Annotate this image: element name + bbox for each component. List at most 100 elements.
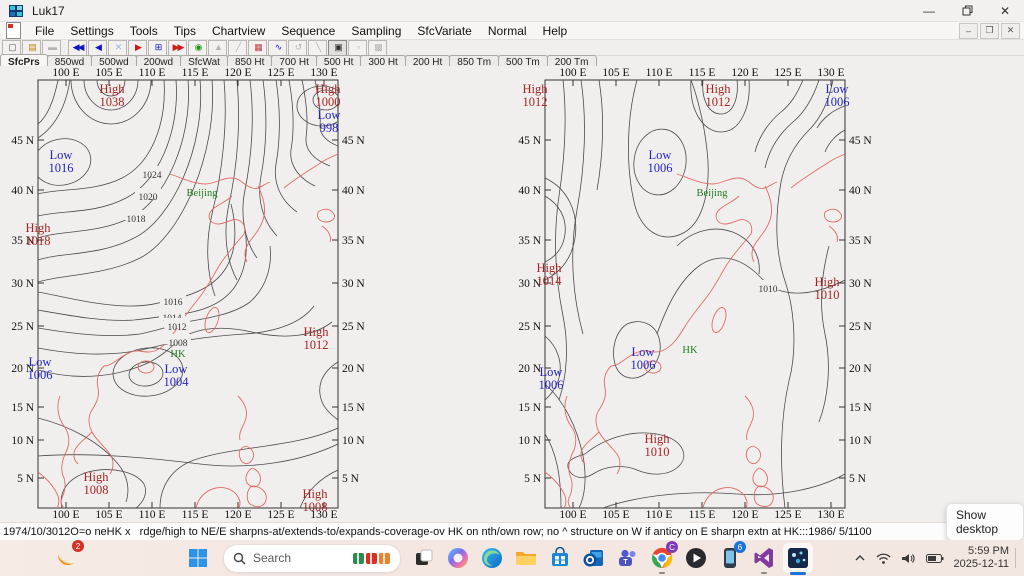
svg-text:125 E: 125 E <box>267 67 294 79</box>
teams-icon[interactable]: T <box>613 543 643 573</box>
surface-pressure-map-right[interactable]: 100 E100 E105 E105 E110 E110 E115 E115 E… <box>507 66 885 522</box>
wifi-icon[interactable] <box>876 552 891 565</box>
show-desktop-tooltip: Show desktop <box>946 503 1024 541</box>
minimize-button[interactable]: — <box>910 0 948 21</box>
notification-badge: 2 <box>72 540 84 552</box>
search-placeholder: Search <box>253 551 353 565</box>
svg-text:110 E: 110 E <box>139 509 166 521</box>
low-label: Low1006 <box>631 345 656 372</box>
show-desktop-button[interactable] <box>1015 548 1016 568</box>
high-label: High1000 <box>316 82 342 109</box>
speaker-icon[interactable] <box>901 552 916 565</box>
window-button[interactable]: ▣ <box>328 40 347 56</box>
chrome-badge: C <box>666 541 678 553</box>
frame-button[interactable]: ⊞ <box>148 40 167 56</box>
notification-app-icon[interactable]: 2 <box>52 544 82 572</box>
document-icon[interactable] <box>6 22 21 39</box>
running-indicator <box>761 572 767 574</box>
start-icon[interactable] <box>183 543 213 573</box>
svg-text:15 N: 15 N <box>342 402 365 414</box>
svg-text:125 E: 125 E <box>774 67 801 79</box>
svg-text:20 N: 20 N <box>849 363 872 375</box>
low-label: Low1004 <box>164 362 190 389</box>
svg-text:25 N: 25 N <box>342 321 365 333</box>
svg-text:120 E: 120 E <box>224 509 251 521</box>
city-label: Beijing <box>187 188 219 199</box>
surface-pressure-map-left[interactable]: 100 E100 E105 E105 E110 E110 E115 E115 E… <box>0 66 378 522</box>
first-chart-button[interactable]: ◀◀ <box>68 40 87 56</box>
low-label: Low1016 <box>49 148 74 175</box>
svg-text:105 E: 105 E <box>95 509 122 521</box>
curve-button[interactable]: ∿ <box>268 40 287 56</box>
menu-sampling[interactable]: Sampling <box>343 23 409 39</box>
media-player-icon[interactable] <box>681 543 711 573</box>
high-label: High1012 <box>523 82 549 109</box>
svg-text:25 N: 25 N <box>11 321 34 333</box>
refresh-button[interactable]: ↺ <box>288 40 307 56</box>
upload-button[interactable]: ▲ <box>208 40 227 56</box>
outlook-icon[interactable] <box>579 543 609 573</box>
play-button[interactable]: ▶ <box>128 40 147 56</box>
task-view-icon[interactable] <box>409 543 439 573</box>
clock-date: 2025-12-11 <box>954 558 1009 571</box>
svg-text:T: T <box>623 559 628 566</box>
edge-icon[interactable] <box>477 543 507 573</box>
prev-chart-button[interactable]: ◀ <box>88 40 107 56</box>
mdi-close-button[interactable]: ✕ <box>1001 23 1020 39</box>
low-label: Low998 <box>318 108 341 135</box>
copilot-icon[interactable] <box>443 543 473 573</box>
menu-file[interactable]: File <box>27 23 62 39</box>
stop-button[interactable]: ✕ <box>108 40 127 56</box>
clock-time: 5:59 PM <box>954 545 1009 558</box>
high-label: High1010 <box>645 432 671 459</box>
svg-text:35 N: 35 N <box>518 235 541 247</box>
box-button[interactable]: ▫ <box>348 40 367 56</box>
draw-button[interactable]: ╱ <box>228 40 247 56</box>
menu-chartview[interactable]: Chartview <box>204 23 273 39</box>
store-icon[interactable] <box>545 543 575 573</box>
mdi-restore-button[interactable]: ❒ <box>980 23 999 39</box>
svg-text:45 N: 45 N <box>518 135 541 147</box>
menu-settings[interactable]: Settings <box>62 23 121 39</box>
pattern-button[interactable]: ▩ <box>368 40 387 56</box>
taskbar-clock[interactable]: 5:59 PM 2025-12-11 <box>954 545 1009 571</box>
search-box[interactable]: Search <box>223 544 401 573</box>
svg-text:130 E: 130 E <box>817 67 844 79</box>
low-label: Low1006 <box>539 365 564 392</box>
tray-chevron-icon[interactable] <box>854 552 866 564</box>
high-label: High1008 <box>84 470 110 497</box>
phone-link-badge: 6 <box>734 541 746 553</box>
phone-link-icon[interactable]: 6 <box>715 543 745 573</box>
line-button[interactable]: ╲ <box>308 40 327 56</box>
menu-sequence[interactable]: Sequence <box>273 23 343 39</box>
svg-text:15 N: 15 N <box>11 402 34 414</box>
chrome-icon[interactable]: C <box>647 543 677 573</box>
battery-icon[interactable] <box>926 553 944 564</box>
svg-text:120 E: 120 E <box>224 67 251 79</box>
menu-sfcvariate[interactable]: SfcVariate <box>409 23 479 39</box>
last-chart-button[interactable]: ▶▶ <box>168 40 187 56</box>
contour-label: 1012 <box>168 323 187 333</box>
contour-label: 1020 <box>139 193 158 203</box>
svg-text:115 E: 115 E <box>689 509 716 521</box>
menu-normal[interactable]: Normal <box>480 23 535 39</box>
close-button[interactable]: ✕ <box>986 0 1024 21</box>
status-bar: 1974/10/3012O=o neHK x rdge/high to NE/E… <box>0 522 1024 540</box>
globe-button[interactable]: ◉ <box>188 40 207 56</box>
search-icon <box>233 552 246 565</box>
series-button[interactable]: ▦ <box>248 40 267 56</box>
svg-text:105 E: 105 E <box>602 67 629 79</box>
file-explorer-icon[interactable] <box>511 543 541 573</box>
menu-help[interactable]: Help <box>535 23 576 39</box>
mdi-minimize-button[interactable]: – <box>959 23 978 39</box>
menu-tools[interactable]: Tools <box>122 23 166 39</box>
svg-text:105 E: 105 E <box>602 509 629 521</box>
svg-text:130 E: 130 E <box>817 509 844 521</box>
svg-text:130 E: 130 E <box>310 67 337 79</box>
luk17-active-icon[interactable] <box>783 543 813 573</box>
restore-button[interactable] <box>948 0 986 21</box>
svg-text:10 N: 10 N <box>518 435 541 447</box>
visual-studio-icon[interactable] <box>749 543 779 573</box>
svg-text:20 N: 20 N <box>342 363 365 375</box>
menu-tips[interactable]: Tips <box>166 23 204 39</box>
